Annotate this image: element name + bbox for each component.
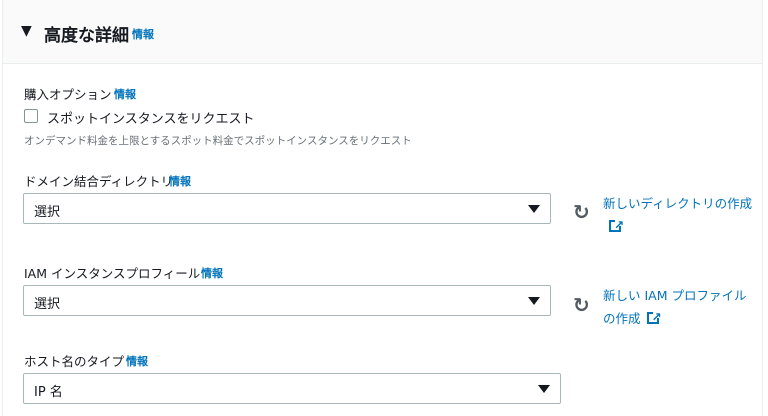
domain-join-select[interactable]: 選択 xyxy=(23,193,551,224)
hostname-type-label: ホスト名のタイプ xyxy=(24,351,124,370)
iam-profile-select[interactable]: 選択 xyxy=(23,285,551,316)
purchase-hint: オンデマンド料金を上限とするスポット料金でスポットインスタンスをリクエスト xyxy=(24,133,412,148)
spot-instance-checkbox[interactable] xyxy=(24,109,38,123)
spot-instance-checkbox-label[interactable]: スポットインスタンスをリクエスト xyxy=(47,108,254,127)
caret-down-icon xyxy=(528,205,540,213)
create-iam-profile-link-text: 新しい IAM プロファイルの作成 xyxy=(603,288,746,326)
hostname-info-link[interactable]: 情報 xyxy=(126,353,148,369)
purchase-info-link[interactable]: 情報 xyxy=(114,86,136,102)
purchase-option-label: 購入オプション xyxy=(24,84,112,103)
create-directory-link[interactable]: 新しいディレクトリの作成 xyxy=(603,192,753,238)
iam-profile-label: IAM インスタンスプロフィール xyxy=(24,263,200,282)
refresh-icon[interactable]: ↻ xyxy=(573,293,590,317)
domain-info-link[interactable]: 情報 xyxy=(169,173,191,189)
section-title: 高度な詳細 xyxy=(44,21,129,46)
section-info-link[interactable]: 情報 xyxy=(132,26,154,42)
iam-info-link[interactable]: 情報 xyxy=(201,265,223,281)
domain-select-value: 選択 xyxy=(34,205,60,220)
hostname-select-value: IP 名 xyxy=(34,385,63,400)
caret-down-icon xyxy=(538,385,550,393)
hostname-type-select[interactable]: IP 名 xyxy=(23,373,561,404)
domain-join-label: ドメイン結合ディレクトリ xyxy=(24,171,173,190)
section-header[interactable]: ▼ 高度な詳細 情報 xyxy=(3,0,762,64)
caret-down-icon xyxy=(528,297,540,305)
external-link-icon xyxy=(609,220,621,232)
external-link-icon xyxy=(647,312,659,324)
advanced-details-panel: ▼ 高度な詳細 情報 購入オプション 情報 スポットインスタンスをリクエスト オ… xyxy=(2,0,763,416)
create-directory-link-text: 新しいディレクトリの作成 xyxy=(603,196,752,211)
collapse-toggle-icon[interactable]: ▼ xyxy=(21,23,32,39)
create-iam-profile-link[interactable]: 新しい IAM プロファイルの作成 xyxy=(603,284,753,330)
refresh-icon[interactable]: ↻ xyxy=(573,200,590,224)
iam-select-value: 選択 xyxy=(34,297,60,312)
